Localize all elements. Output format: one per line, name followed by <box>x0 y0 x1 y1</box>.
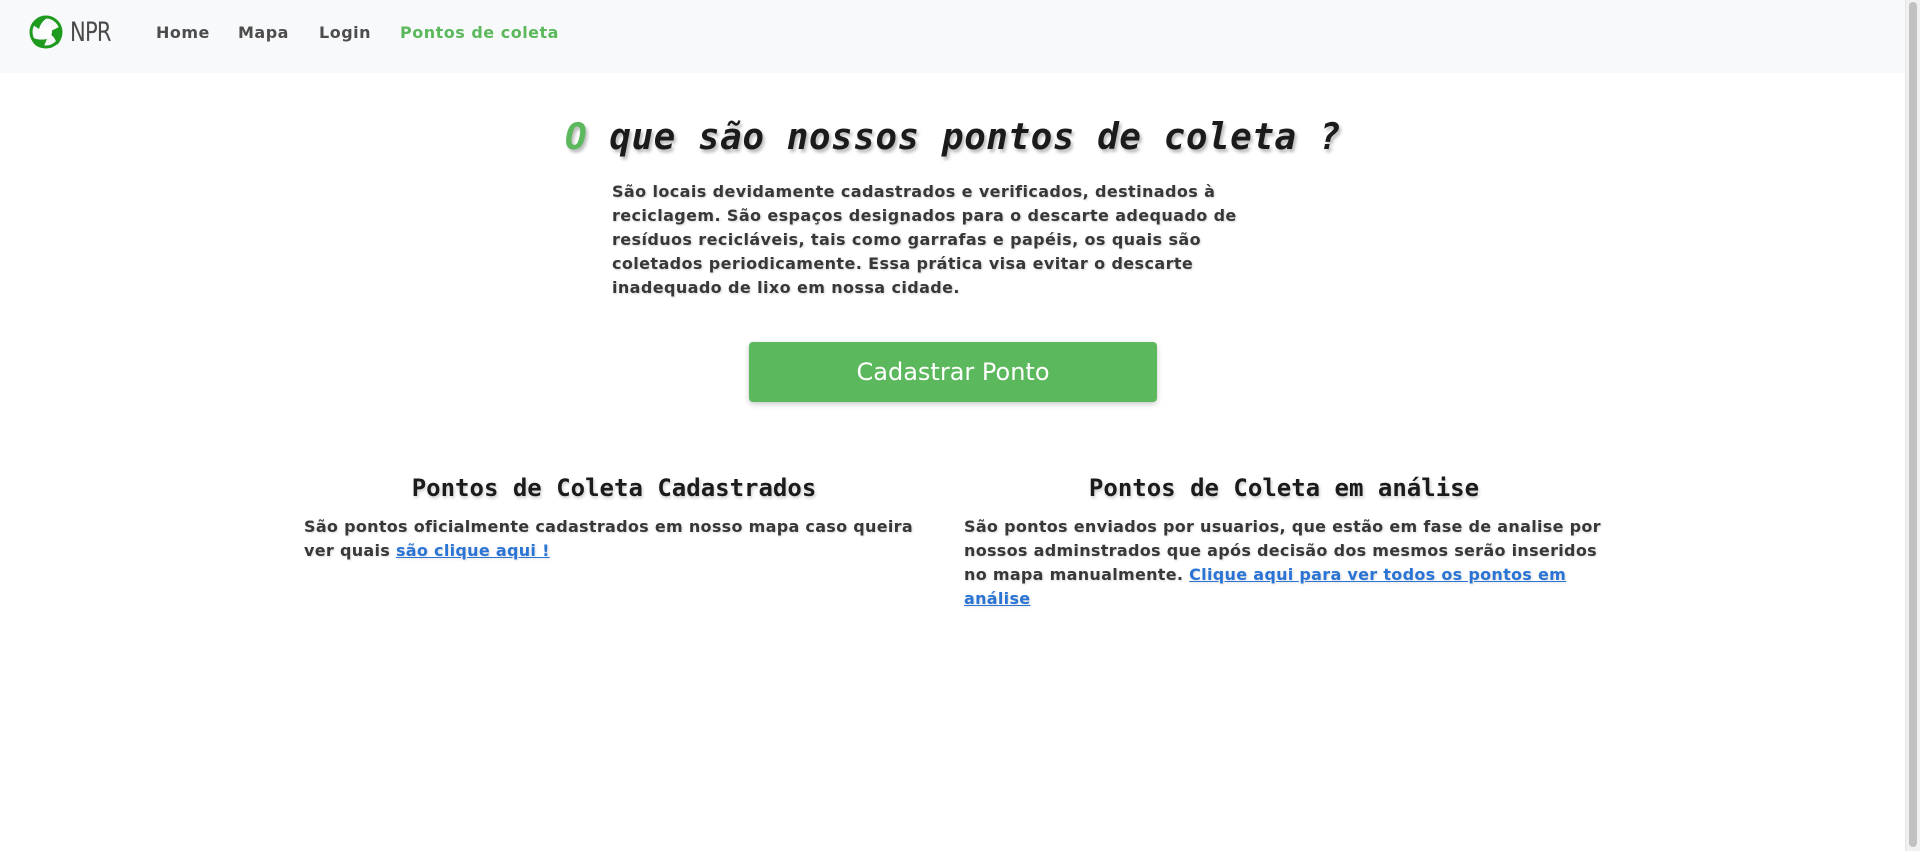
vertical-scrollbar[interactable] <box>1905 0 1920 851</box>
navbar: NPR Home Mapa Login Pontos de coleta <box>0 0 1906 73</box>
ver-pontos-cadastrados-link[interactable]: são clique aqui ! <box>396 541 550 560</box>
page: NPR Home Mapa Login Pontos de coleta O q… <box>0 0 1906 851</box>
nav-link-mapa[interactable]: Mapa <box>238 23 289 42</box>
hero-description: São locais devidamente cadastrados e ver… <box>612 182 1237 297</box>
recycle-logo-icon <box>29 15 63 49</box>
section-title-em-analise: Pontos de Coleta em análise <box>1088 474 1480 502</box>
brand-name: NPR <box>70 16 112 48</box>
nav-link-home[interactable]: Home <box>156 23 210 42</box>
section-text-cadastrados: São pontos oficialmente cadastrados em n… <box>304 515 934 563</box>
hero-title: O que são nossos pontos de coleta ? <box>0 117 1906 158</box>
nav-link-pontos-de-coleta[interactable]: Pontos de coleta <box>400 23 559 42</box>
section-title-cadastrados: Pontos de Coleta Cadastrados <box>411 474 817 502</box>
hero-title-accent: O <box>564 117 588 158</box>
scrollbar-thumb[interactable] <box>1909 2 1917 847</box>
nav-link-login[interactable]: Login <box>319 23 371 42</box>
section-text-em-analise: São pontos enviados por usuarios, que es… <box>964 515 1604 611</box>
hero-title-text: que são nossos pontos de coleta ? <box>587 117 1342 158</box>
brand-link[interactable]: NPR <box>27 13 122 51</box>
cadastrar-ponto-button[interactable]: Cadastrar Ponto <box>749 342 1157 402</box>
